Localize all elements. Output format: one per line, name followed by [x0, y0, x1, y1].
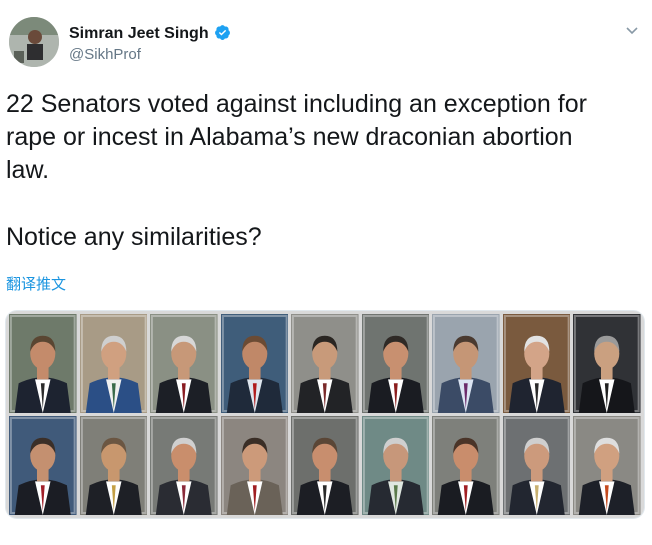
verified-badge-icon — [214, 25, 230, 40]
senator-portrait — [432, 314, 500, 413]
translate-tweet-link[interactable]: 翻译推文 — [6, 273, 66, 294]
author-handle[interactable]: @SikhProf — [69, 46, 141, 63]
senator-portrait — [9, 314, 77, 413]
senator-portrait — [79, 314, 148, 413]
tweet-media-collage[interactable] — [5, 310, 645, 519]
senator-portrait — [9, 416, 77, 515]
senator-portrait — [361, 416, 430, 515]
avatar[interactable] — [9, 17, 59, 67]
senator-portrait — [291, 416, 359, 515]
senator-portrait — [432, 416, 500, 515]
tweet-text-line: law. — [6, 156, 50, 184]
author-name-row[interactable]: Simran Jeet Singh — [69, 24, 231, 43]
senator-portrait — [150, 416, 218, 515]
tweet-header: Simran Jeet Singh @SikhProf — [0, 0, 652, 80]
senator-portrait — [502, 416, 571, 515]
senator-portrait — [220, 314, 289, 413]
tweet-text-line: 22 Senators voted against including an e… — [6, 90, 587, 118]
senator-portrait — [502, 314, 571, 413]
tweet-question: Notice any similarities? — [6, 223, 262, 251]
tweet-text: 22 Senators voted against including an e… — [6, 88, 636, 187]
author-name[interactable]: Simran Jeet Singh — [69, 25, 209, 42]
senator-portrait — [291, 314, 359, 413]
tweet-text-line: rape or incest in Alabama’s new draconia… — [6, 123, 573, 151]
senator-portrait — [361, 314, 430, 413]
avatar-image — [9, 17, 59, 67]
senator-portrait — [150, 314, 218, 413]
senator-portrait — [79, 416, 148, 515]
senator-portrait — [573, 314, 641, 413]
senator-portrait — [220, 416, 289, 515]
chevron-down-icon[interactable] — [624, 22, 640, 38]
senator-portrait — [573, 416, 641, 515]
